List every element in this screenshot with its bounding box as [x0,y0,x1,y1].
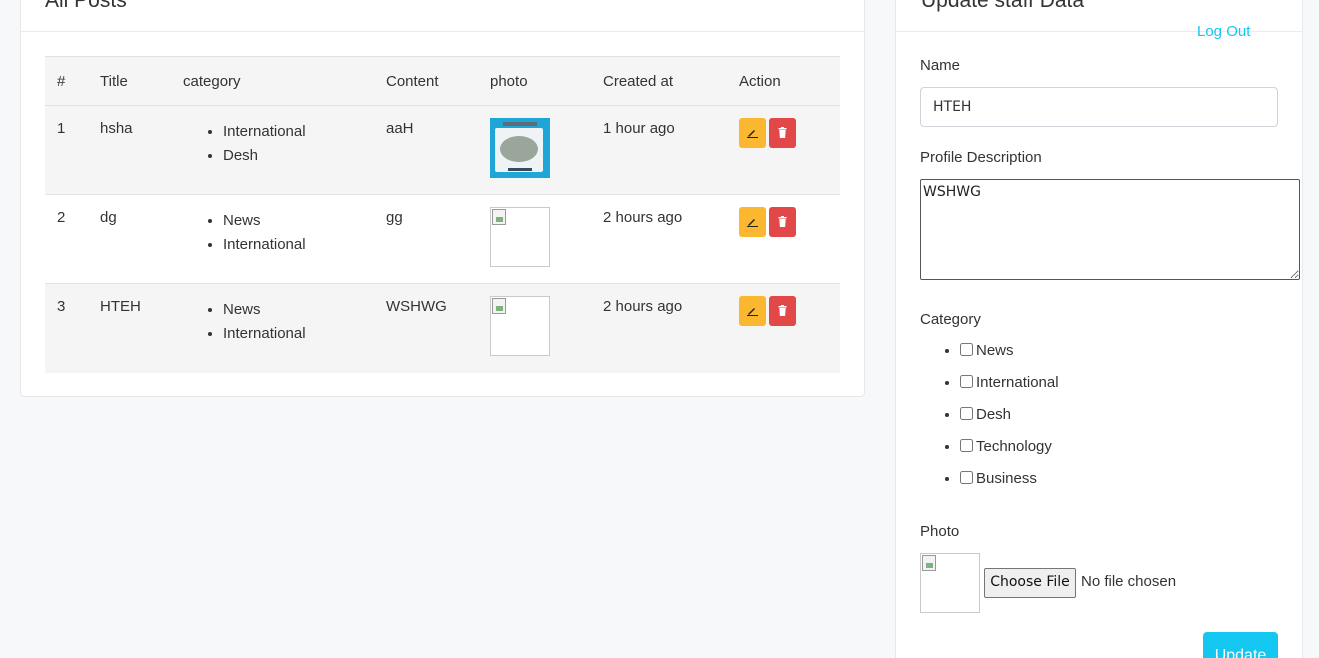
category-item: International [223,322,374,346]
name-field[interactable] [920,87,1278,127]
column-header-category: category [171,56,374,106]
row-created: 2 hours ago [591,283,727,373]
posts-table: # Title category Content photo Created a… [45,56,840,373]
update-button[interactable]: Update [1203,632,1278,658]
row-categories: News International [171,283,374,373]
pencil-icon [747,130,758,138]
category-option: Business [960,468,1059,500]
category-item: News [223,209,374,233]
post-thumbnail [490,207,550,267]
broken-image-icon [492,209,506,225]
category-item: International [223,233,374,257]
photo-label: Photo [920,523,960,540]
category-label: Category [920,311,981,328]
row-title: hsha [88,105,171,195]
row-number: 2 [45,194,88,284]
row-created: 2 hours ago [591,194,727,284]
description-textarea[interactable]: WSHWG [920,179,1300,280]
category-checkbox-list: News International Desh Technology Busin… [920,340,1059,500]
category-checkbox-international[interactable] [960,375,973,388]
column-header-title: Title [88,56,171,106]
category-option-label: News [976,342,1014,359]
row-categories: International Desh [171,105,374,195]
form-card-title: Update staff Data [921,0,1085,12]
category-option-label: Business [976,470,1037,487]
delete-button[interactable] [769,118,796,148]
pencil-icon [747,219,758,227]
category-option: News [960,340,1059,372]
row-title: dg [88,194,171,284]
column-header-number: # [45,56,88,106]
row-photo [478,105,591,195]
category-option: International [960,372,1059,404]
table-row: 3 HTEH News International WSHWG 2 hours … [45,283,840,373]
row-content: WSHWG [374,283,478,373]
trash-icon [778,305,787,316]
row-number: 1 [45,105,88,195]
row-content: aaH [374,105,478,195]
trash-icon [778,127,787,138]
category-item: Desh [223,144,374,168]
broken-image-icon [922,555,936,571]
column-header-content: Content [374,56,478,106]
row-photo [478,194,591,284]
category-checkbox-business[interactable] [960,471,973,484]
delete-button[interactable] [769,207,796,237]
row-actions [727,105,840,195]
post-thumbnail [490,118,550,178]
category-option: Desh [960,404,1059,436]
delete-button[interactable] [769,296,796,326]
name-label: Name [920,57,961,74]
row-created: 1 hour ago [591,105,727,195]
category-checkbox-desh[interactable] [960,407,973,420]
category-checkbox-news[interactable] [960,343,973,356]
pencil-icon [747,308,758,316]
description-label: Profile Description [920,149,1042,166]
category-checkbox-technology[interactable] [960,439,973,452]
divider [21,31,864,32]
choose-file-button[interactable]: Choose File [984,568,1076,598]
table-row: 2 dg News International gg 2 hours ago [45,194,840,284]
row-actions [727,194,840,284]
category-item: International [223,120,374,144]
trash-icon [778,216,787,227]
category-option-label: Technology [976,438,1052,455]
category-option: Technology [960,436,1059,468]
post-thumbnail [490,296,550,356]
category-option-label: Desh [976,406,1012,423]
logout-link[interactable]: Log Out [1197,23,1250,40]
broken-image-icon [492,298,506,314]
posts-card-title: All Posts [45,0,127,12]
row-actions [727,283,840,373]
column-header-photo: photo [478,56,591,106]
category-option-label: International [976,374,1059,391]
row-categories: News International [171,194,374,284]
edit-button[interactable] [739,207,766,237]
category-item: News [223,298,374,322]
column-header-created: Created at [591,56,727,106]
row-number: 3 [45,283,88,373]
photo-preview [920,553,980,613]
file-status-text: No file chosen [1081,573,1177,590]
edit-button[interactable] [739,296,766,326]
row-content: gg [374,194,478,284]
row-title: HTEH [88,283,171,373]
row-photo [478,283,591,373]
edit-button[interactable] [739,118,766,148]
column-header-action: Action [727,56,840,106]
table-row: 1 hsha International Desh aaH 1 hour ago [45,105,840,195]
all-posts-card: All Posts # Title category Content photo… [20,0,865,397]
